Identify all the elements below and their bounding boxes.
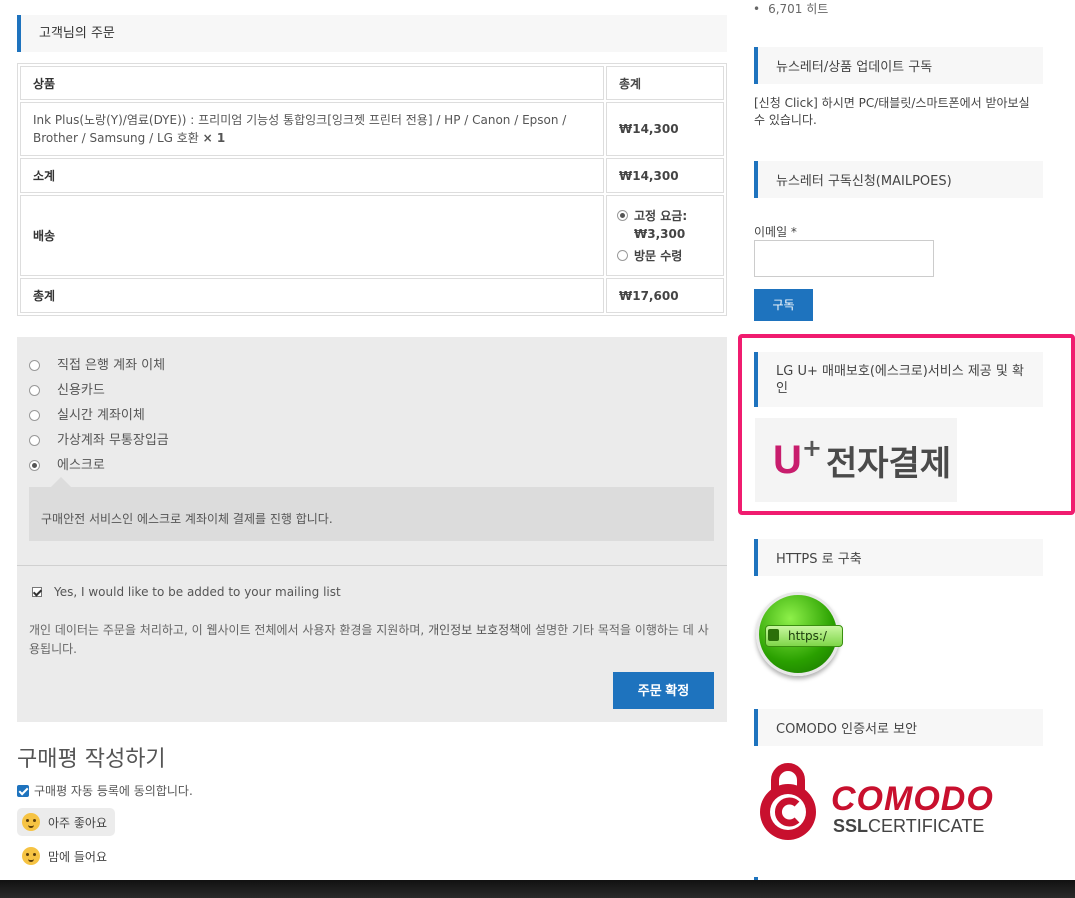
payment-radio-bank[interactable] [29, 359, 40, 371]
email-label: 이메일 * [754, 225, 797, 239]
escrow-widget-title-text: LG U+ 매매보호(에스크로)서비스 제공 및 확인 [776, 363, 1024, 396]
mailing-list-label: Yes, I would like to be added to your ma… [54, 585, 341, 599]
email-input[interactable] [754, 240, 934, 277]
payment-method-realtime[interactable]: 실시간 계좌이체 [29, 401, 169, 426]
payment-radio-escrow[interactable] [29, 459, 40, 471]
product-name: Ink Plus(노랑(Y)/염료(DYE)) : 프리미엄 기능성 통합잉크[… [33, 113, 567, 145]
payment-method-escrow[interactable]: 에스크로 [29, 451, 169, 476]
col-product-header: 상품 [20, 66, 604, 100]
mailpoet-widget-title-text: 뉴스레터 구독신청(MAILPOES) [776, 174, 952, 189]
comodo-seal-icon [760, 763, 816, 840]
payment-box: 직접 은행 계좌 이체 신용카드 실시간 계좌이체 가상계좌 무통장입금 에스크… [17, 337, 727, 722]
newsletter-widget-title-text: 뉴스레터/상품 업데이트 구독 [776, 60, 933, 75]
comodo-name: COMODO [831, 780, 994, 818]
review-agree-row[interactable]: 구매평 자동 등록에 동의합니다. [17, 782, 193, 799]
lock-icon [768, 629, 779, 641]
rating-option-good[interactable]: 맘에 들어요 [17, 842, 115, 870]
rating-option-excellent-label: 아주 좋아요 [48, 815, 108, 830]
uplus-logo-plus: + [801, 434, 822, 462]
privacy-text-1: 개인 데이터는 주문을 처리하고, 이 웹사이트 전체에서 사용자 환경을 지원… [29, 623, 429, 637]
uplus-logo-text: 전자결제 [826, 443, 952, 484]
payment-divider [17, 565, 727, 566]
newsletter-widget-text: [신청 Click] 하시면 PC/태블릿/스마트폰에서 받아보실 수 있습니다… [754, 96, 1030, 127]
subtotal-value: ₩14,300 [606, 158, 724, 193]
review-agree-checkbox[interactable] [17, 784, 29, 797]
order-section-title-text: 고객님의 주문 [39, 26, 115, 41]
uplus-logo-u: U [773, 437, 802, 482]
comodo-sub: SSLCERTIFICATE [833, 816, 984, 837]
comodo-widget-title: COMODO 인증서로 보안 [754, 709, 1043, 746]
https-widget-title-text: HTTPS 로 구축 [776, 552, 862, 567]
shipping-option-pickup[interactable]: 방문 수령 [617, 247, 711, 265]
privacy-notice: 개인 데이터는 주문을 처리하고, 이 웹사이트 전체에서 사용자 환경을 지원… [29, 621, 719, 659]
product-qty: × 1 [202, 131, 226, 145]
comodo-widget-title-text: COMODO 인증서로 보안 [776, 722, 918, 737]
payment-description-text: 구매안전 서비스인 에스크로 계좌이체 결제를 진행 합니다. [41, 512, 333, 526]
hit-count: 6,701 히트 [753, 0, 828, 17]
shipping-radio-pickup[interactable] [617, 249, 628, 261]
comodo-sub-bold: SSL [833, 816, 869, 836]
shipping-option-pickup-label: 방문 수령 [634, 248, 683, 263]
comodo-logo: COMODO SSLCERTIFICATE [755, 760, 1020, 845]
payment-radio-realtime[interactable] [29, 409, 40, 421]
payment-method-card[interactable]: 신용카드 [29, 376, 169, 401]
uplus-logo[interactable]: U + 전자결제 [755, 418, 957, 502]
total-value: ₩17,600 [606, 278, 724, 313]
payment-description: 구매안전 서비스인 에스크로 계좌이체 결제를 진행 합니다. [29, 477, 714, 541]
https-badge: https:/ [756, 592, 843, 676]
newsletter-widget-title: 뉴스레터/상품 업데이트 구독 [754, 47, 1043, 84]
review-agree-label: 구매평 자동 등록에 동의합니다. [34, 784, 193, 798]
rating-option-good-label: 맘에 들어요 [48, 849, 108, 864]
https-widget-title: HTTPS 로 구축 [754, 539, 1043, 576]
payment-radio-card[interactable] [29, 384, 40, 396]
payment-radio-virtual[interactable] [29, 434, 40, 446]
subtotal-label: 소계 [20, 158, 604, 193]
payment-method-bank-label: 직접 은행 계좌 이체 [57, 358, 166, 373]
shipping-label: 배송 [20, 195, 604, 276]
order-section-title: 고객님의 주문 [17, 15, 727, 52]
mailing-list-checkbox[interactable] [32, 587, 42, 597]
smiley-icon [22, 813, 40, 831]
payment-method-virtual-label: 가상계좌 무통장입금 [57, 433, 169, 448]
subscribe-button[interactable]: 구독 [754, 289, 813, 321]
total-label: 총계 [20, 278, 604, 313]
payment-method-realtime-label: 실시간 계좌이체 [57, 408, 145, 423]
payment-method-virtual[interactable]: 가상계좌 무통장입금 [29, 426, 169, 451]
shipping-option-fixed-label: 고정 요금: ₩3,300 [634, 208, 688, 241]
order-table: 상품 총계 Ink Plus(노랑(Y)/염료(DYE)) : 프리미엄 기능성… [17, 63, 727, 316]
payment-method-bank[interactable]: 직접 은행 계좌 이체 [29, 351, 169, 376]
review-title: 구매평 작성하기 [17, 747, 166, 772]
rating-option-excellent[interactable]: 아주 좋아요 [17, 808, 116, 836]
privacy-policy-link[interactable]: 개인정보 보호정책 [428, 623, 520, 637]
taskbar [0, 880, 1075, 898]
escrow-widget-title: LG U+ 매매보호(에스크로)서비스 제공 및 확인 [754, 352, 1043, 407]
mailing-list-row[interactable]: Yes, I would like to be added to your ma… [32, 585, 341, 599]
payment-methods: 직접 은행 계좌 이체 신용카드 실시간 계좌이체 가상계좌 무통장입금 에스크… [29, 351, 169, 476]
shipping-radio-fixed[interactable] [617, 209, 628, 221]
smiley-icon [22, 847, 40, 865]
comodo-sub-text: CERTIFICATE [868, 816, 985, 836]
shipping-options: 고정 요금: ₩3,300 방문 수령 [606, 195, 724, 276]
mailpoet-widget-title: 뉴스레터 구독신청(MAILPOES) [754, 161, 1043, 198]
payment-method-escrow-label: 에스크로 [57, 458, 105, 473]
col-total-header: 총계 [606, 66, 724, 100]
shipping-option-fixed[interactable]: 고정 요금: ₩3,300 [617, 207, 711, 243]
product-price: ₩14,300 [606, 102, 724, 156]
payment-method-card-label: 신용카드 [57, 383, 105, 398]
product-cell: Ink Plus(노랑(Y)/염료(DYE)) : 프리미엄 기능성 통합잉크[… [20, 102, 604, 156]
place-order-button[interactable]: 주문 확정 [613, 672, 714, 709]
